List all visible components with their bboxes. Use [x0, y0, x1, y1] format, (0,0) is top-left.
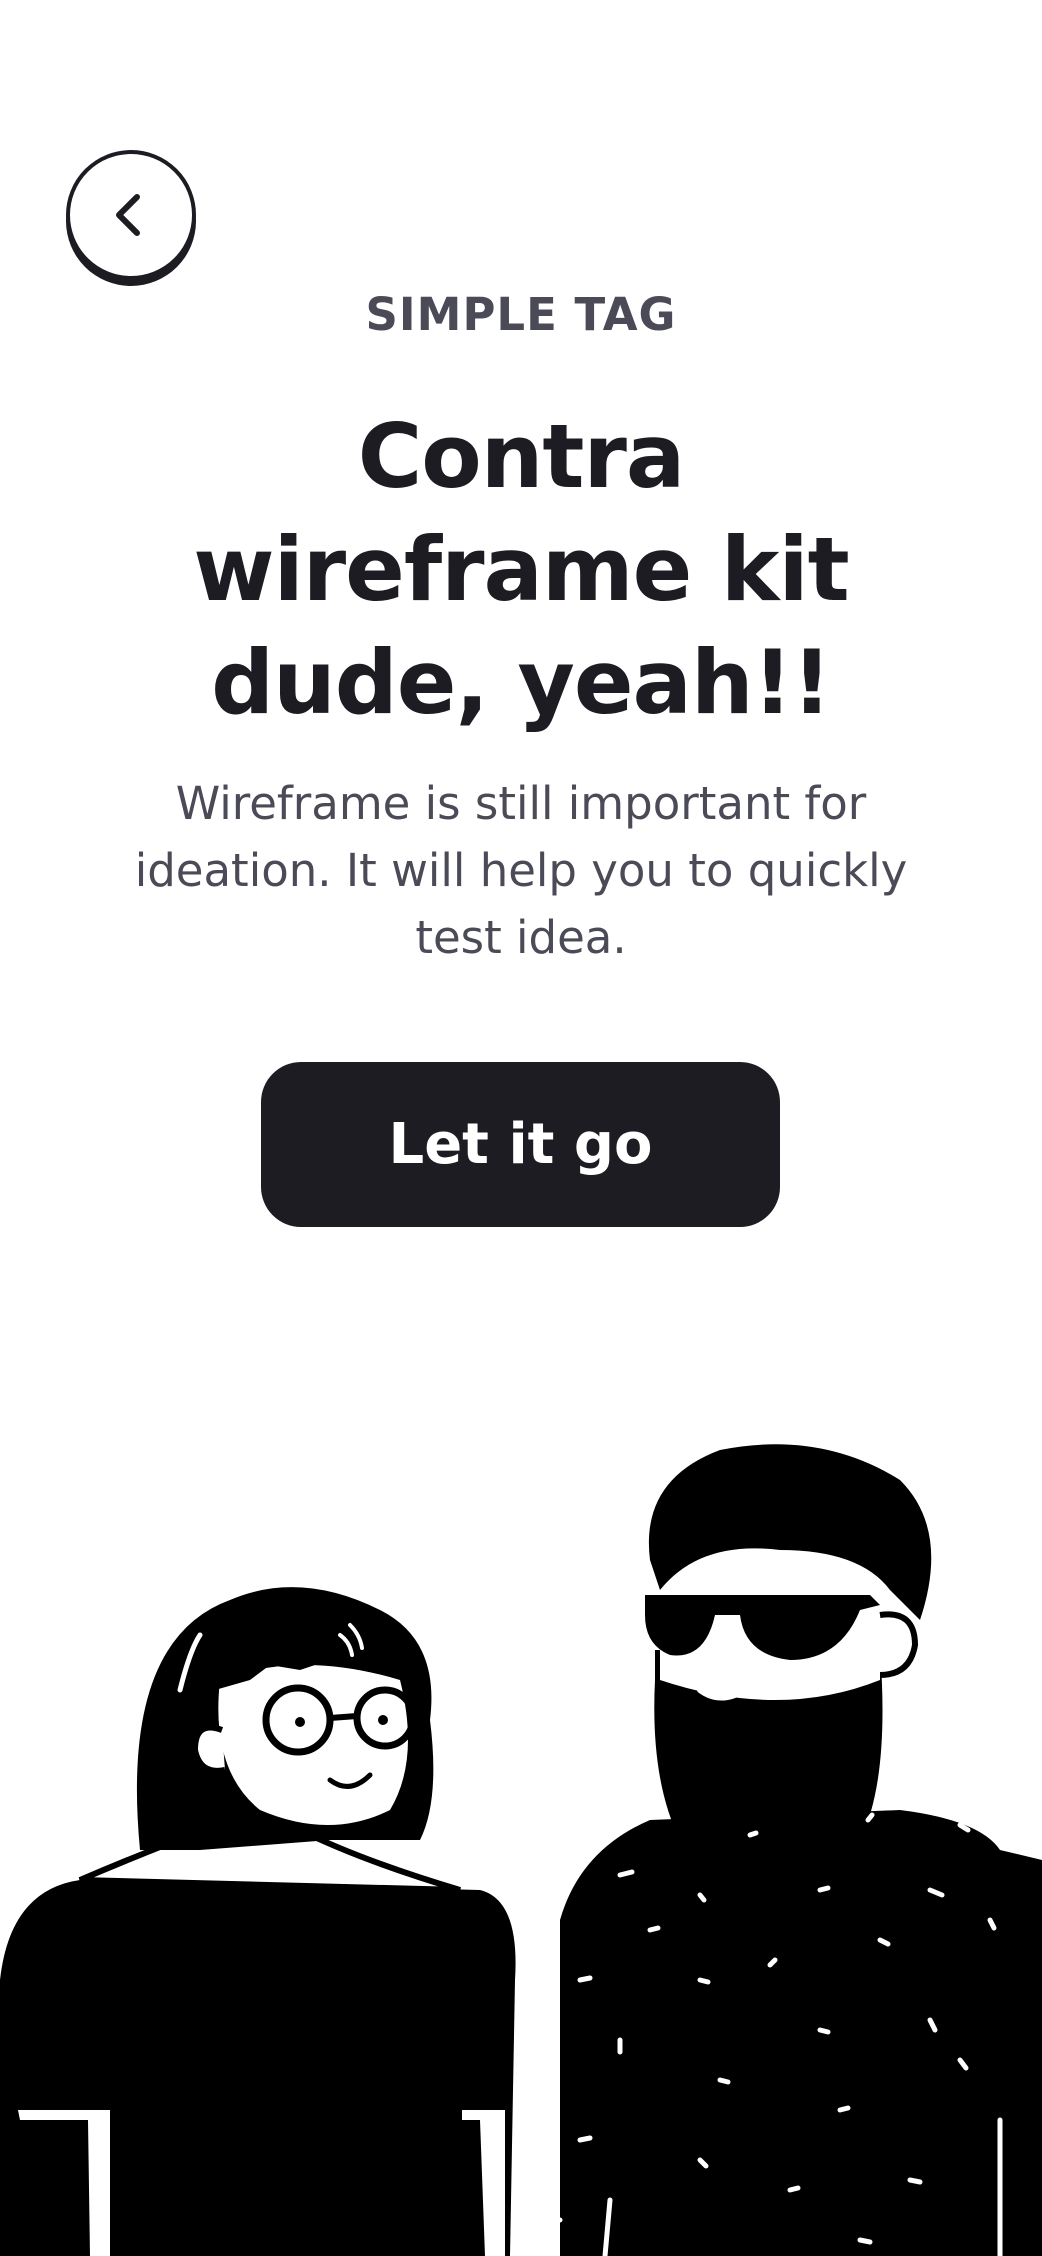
headline-line-2: wireframe kit: [193, 518, 849, 621]
back-button[interactable]: [66, 150, 196, 280]
page-title: Contra wireframe kit dude, yeah!!: [60, 400, 982, 739]
headline-line-1: Contra: [357, 405, 686, 508]
simple-tag: SIMPLE TAG: [365, 288, 677, 341]
woman-figure: [0, 1587, 516, 2256]
man-figure: [537, 1444, 1042, 2256]
let-it-go-button[interactable]: Let it go: [261, 1062, 780, 1227]
description-text: Wireframe is still important for ideatio…: [134, 777, 908, 964]
headline-line-3: dude, yeah!!: [211, 631, 832, 734]
chevron-left-icon: [116, 194, 140, 236]
two-people-illustration: [0, 1444, 1042, 2256]
